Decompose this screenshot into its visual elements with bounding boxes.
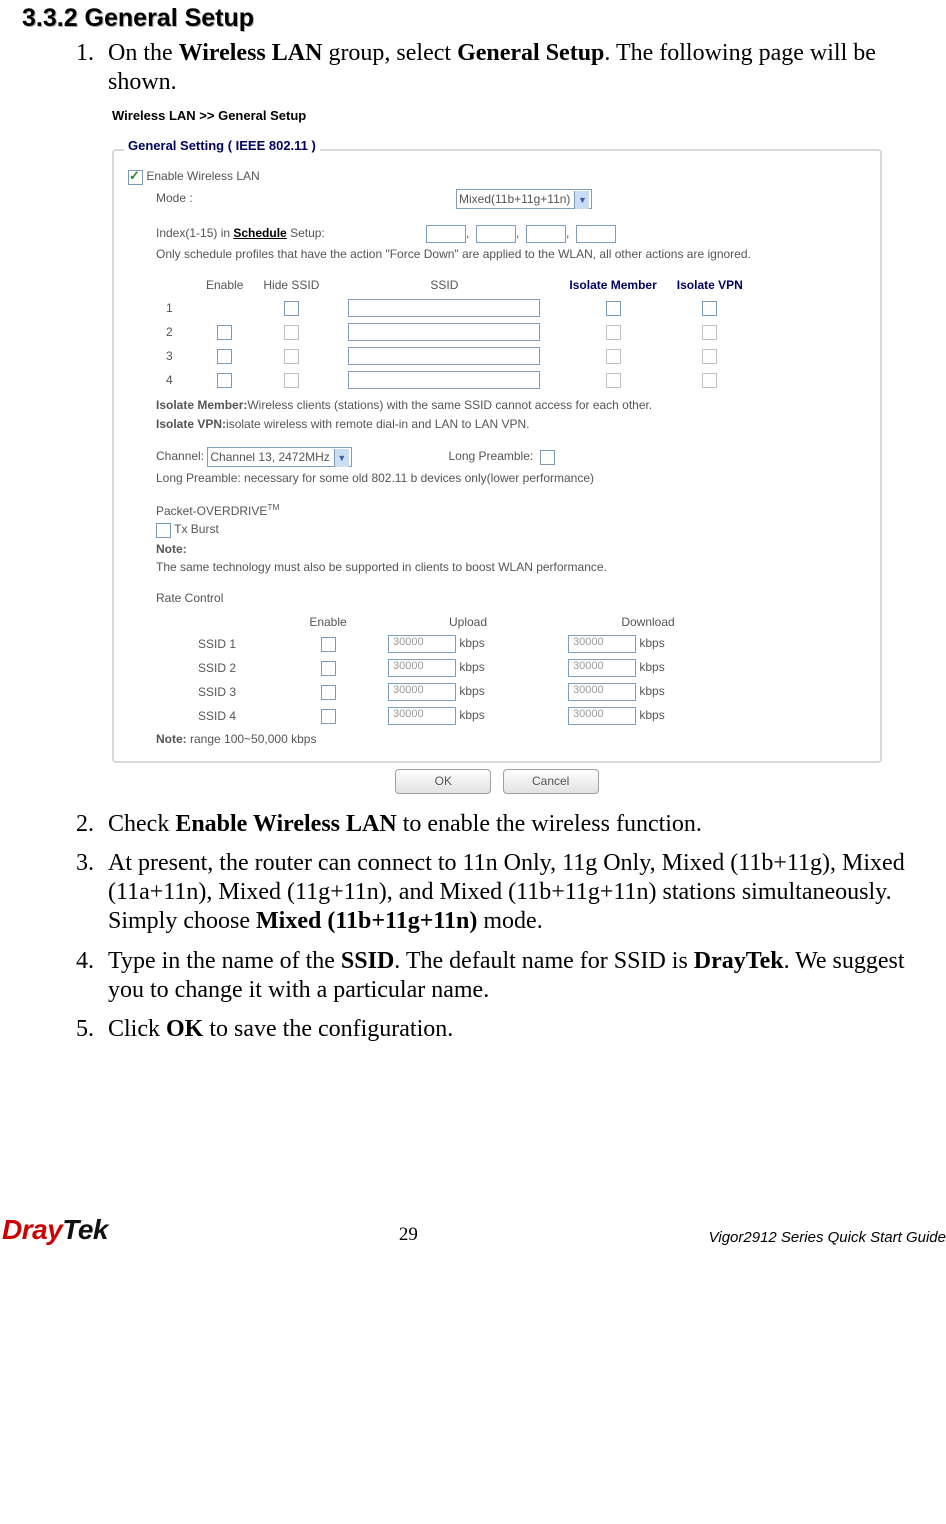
schedule-input-3[interactable] [526,225,566,243]
rc-upload-1-input[interactable]: 30000 [388,635,456,653]
note-label: Note: [156,542,187,556]
mode-select[interactable]: Mixed(11b+11g+11n)▼ [456,189,592,209]
step-1: On the Wireless LAN group, select Genera… [100,39,924,794]
packet-overdrive-label: Packet-OVERDRIVE [156,504,267,518]
tx-burst-checkbox[interactable] [156,523,171,538]
schedule-input-4[interactable] [576,225,616,243]
enable-ssid-4-checkbox[interactable] [217,373,232,388]
rc-row-label: SSID 1 [188,632,278,656]
schedule-label-b: Setup: [287,226,325,240]
rc-row-label: SSID 4 [188,704,278,728]
schedule-label-a: Index(1-15) in [156,226,233,240]
tx-burst-label: Tx Burst [174,522,219,536]
rc-download-3-input[interactable]: 30000 [568,683,636,701]
steps-list: On the Wireless LAN group, select Genera… [22,39,924,1044]
enable-wlan-label: Enable Wireless LAN [146,169,259,183]
rc-upload-3-input[interactable]: 30000 [388,683,456,701]
tm-mark: TM [267,502,279,512]
hide-ssid-2-checkbox[interactable] [284,325,299,340]
screenshot: Wireless LAN >> General Setup General Se… [112,108,882,794]
section-heading: 3.3.2 General Setup [22,4,924,33]
ssid-4-input[interactable] [348,371,540,389]
panel-title: General Setting ( IEEE 802.11 ) [124,138,320,154]
rc-row-label: SSID 2 [188,656,278,680]
channel-select[interactable]: Channel 13, 2472MHz▼ [207,447,351,467]
rate-note-label: Note: [156,732,187,746]
col-hide-ssid: Hide SSID [253,275,329,296]
isolate-member-text: Wireless clients (stations) with the sam… [247,398,652,412]
hide-ssid-1-checkbox[interactable] [284,301,299,316]
col-ssid: SSID [329,275,559,296]
ssid-row-num: 3 [156,344,196,368]
ssid-row-num: 1 [156,296,196,320]
mode-label: Mode : [156,191,456,206]
cancel-button[interactable]: Cancel [503,769,599,794]
col-enable: Enable [196,275,253,296]
schedule-note: Only schedule profiles that have the act… [156,247,866,262]
rc-enable-4-checkbox[interactable] [321,709,336,724]
isolate-member-1-checkbox[interactable] [606,301,621,316]
long-preamble-checkbox[interactable] [540,450,555,465]
rc-enable-3-checkbox[interactable] [321,685,336,700]
ssid-row-num: 2 [156,320,196,344]
note-text: The same technology must also be support… [156,560,866,575]
isolate-member-3-checkbox[interactable] [606,349,621,364]
rc-col-download: Download [558,612,738,633]
isolate-vpn-2-checkbox[interactable] [702,325,717,340]
isolate-vpn-1-checkbox[interactable] [702,301,717,316]
chevron-down-icon: ▼ [334,449,349,467]
rc-upload-4-input[interactable]: 30000 [388,707,456,725]
isolate-member-4-checkbox[interactable] [606,373,621,388]
channel-label: Channel: [156,449,204,463]
ssid-row-num: 4 [156,368,196,392]
ssid-3-input[interactable] [348,347,540,365]
long-preamble-label: Long Preamble: [449,449,534,463]
general-setting-panel: General Setting ( IEEE 802.11 ) Enable W… [112,149,882,763]
rc-enable-2-checkbox[interactable] [321,661,336,676]
rc-enable-1-checkbox[interactable] [321,637,336,652]
rc-download-4-input[interactable]: 30000 [568,707,636,725]
isolate-vpn-text: isolate wireless with remote dial-in and… [226,417,529,431]
ok-button[interactable]: OK [395,769,491,794]
ssid-1-input[interactable] [348,299,540,317]
chevron-down-icon: ▼ [574,191,589,209]
rc-row-label: SSID 3 [188,680,278,704]
rc-download-2-input[interactable]: 30000 [568,659,636,677]
col-isolate-member: Isolate Member [559,275,666,296]
step-3: At present, the router can connect to 11… [100,849,924,937]
hide-ssid-4-checkbox[interactable] [284,373,299,388]
draytek-logo: DrayTek [2,1214,108,1246]
isolate-member-2-checkbox[interactable] [606,325,621,340]
step-2: Check Enable Wireless LAN to enable the … [100,810,924,839]
schedule-link[interactable]: Schedule [233,226,286,240]
rc-col-upload: Upload [378,612,558,633]
step-5: Click OK to save the configuration. [100,1015,924,1044]
col-isolate-vpn: Isolate VPN [667,275,753,296]
isolate-member-label: Isolate Member: [156,398,247,412]
rc-download-1-input[interactable]: 30000 [568,635,636,653]
rc-col-enable: Enable [278,612,378,633]
hide-ssid-3-checkbox[interactable] [284,349,299,364]
isolate-vpn-4-checkbox[interactable] [702,373,717,388]
breadcrumb: Wireless LAN >> General Setup [112,108,882,124]
rate-control-label: Rate Control [156,591,866,606]
schedule-input-1[interactable] [426,225,466,243]
enable-ssid-3-checkbox[interactable] [217,349,232,364]
schedule-input-2[interactable] [476,225,516,243]
long-preamble-note: Long Preamble: necessary for some old 80… [156,471,866,486]
isolate-vpn-3-checkbox[interactable] [702,349,717,364]
ssid-2-input[interactable] [348,323,540,341]
rate-note: range 100~50,000 kbps [187,732,317,746]
step-4: Type in the name of the SSID. The defaul… [100,947,924,1006]
page-number: 29 [399,1224,418,1246]
rc-upload-2-input[interactable]: 30000 [388,659,456,677]
guide-title: Vigor2912 Series Quick Start Guide [709,1229,946,1246]
isolate-vpn-label: Isolate VPN: [156,417,226,431]
enable-ssid-2-checkbox[interactable] [217,325,232,340]
enable-wlan-checkbox[interactable] [128,170,143,185]
